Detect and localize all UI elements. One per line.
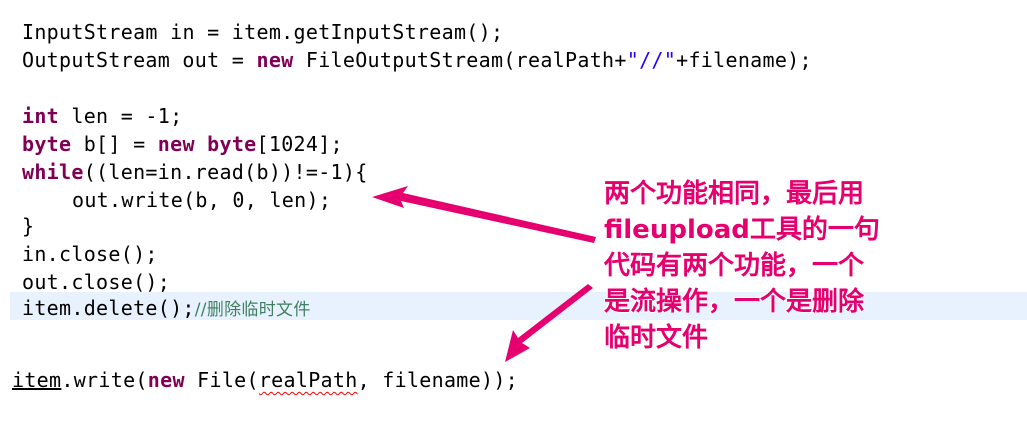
arrow-to-write-line-icon [372,186,596,243]
annotation-line-5: 临时文件 [604,323,709,353]
annotation-keyword: fileupload [604,215,750,245]
annotation-callout: 两个功能相同，最后用 fileupload工具的一句 代码有两个功能，一个 是流… [604,176,944,356]
annotation-line-4: 是流操作，一个是删除 [604,287,865,317]
annotation-text: 工具的一句 [749,215,880,245]
arrow-to-item-write-icon [505,284,593,362]
annotation-line-1: 两个功能相同，最后用 [604,179,865,209]
annotation-line-2: fileupload工具的一句 [604,212,944,248]
annotation-line-3: 代码有两个功能，一个 [604,251,865,281]
